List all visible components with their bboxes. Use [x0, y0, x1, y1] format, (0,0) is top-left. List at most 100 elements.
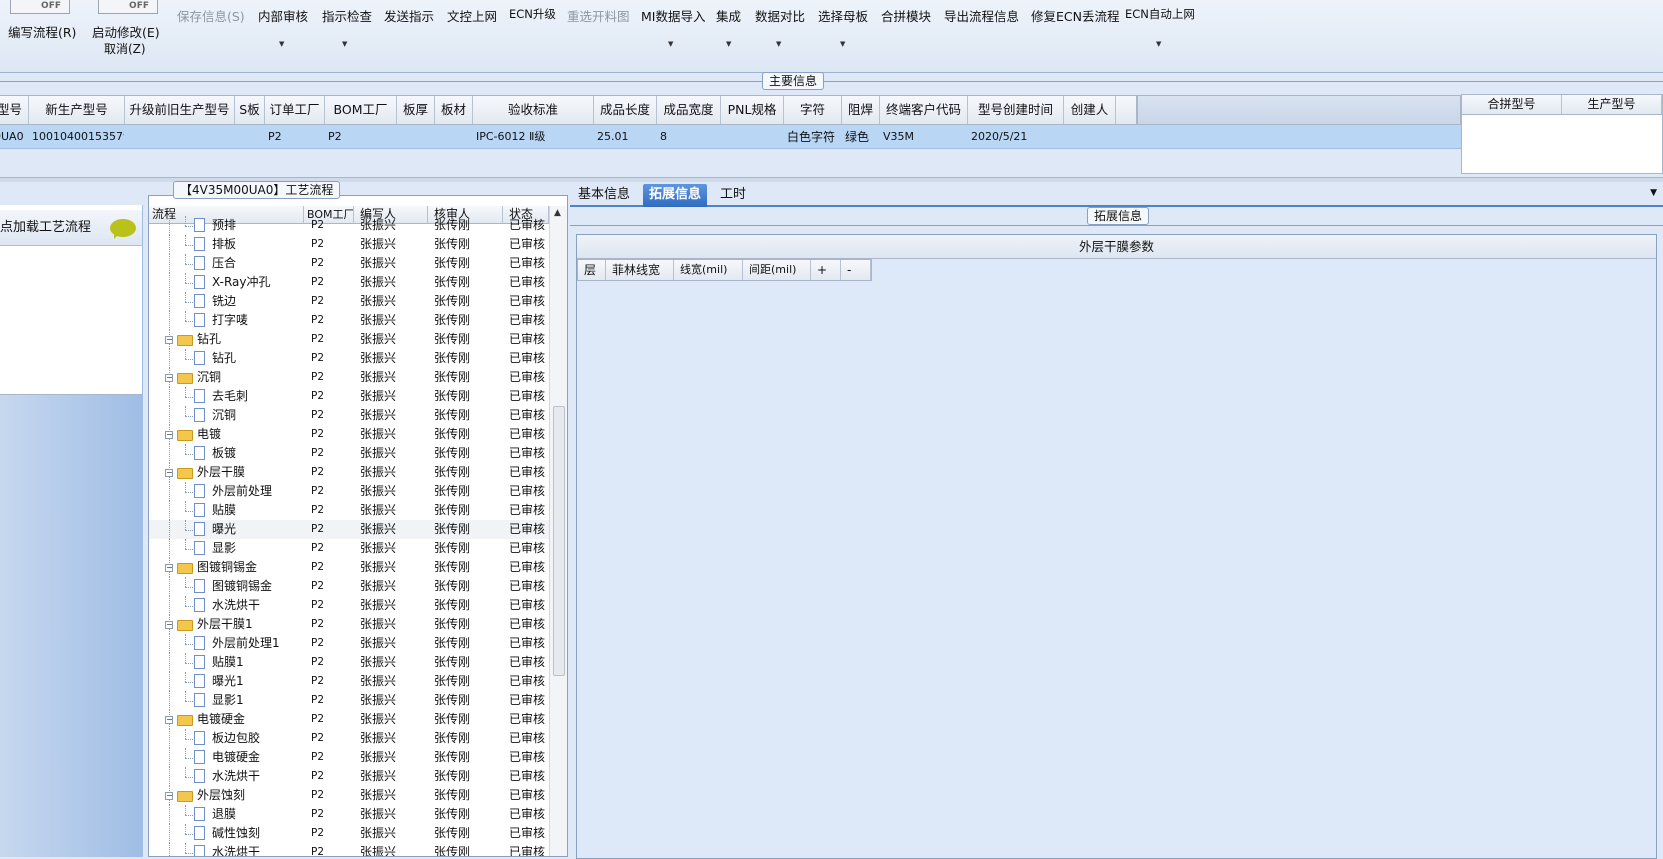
tree-node[interactable]: 铣边	[149, 292, 304, 311]
collapse-icon[interactable]: −	[165, 564, 173, 572]
chevron-down-icon[interactable]: ▼	[726, 40, 731, 48]
tree-row[interactable]: 碱性蚀刻 P2 张振兴 张传刚 已审核	[149, 824, 549, 843]
tree-row[interactable]: 板镀 P2 张振兴 张传刚 已审核	[149, 444, 549, 463]
tree-node[interactable]: 碱性蚀刻	[149, 824, 304, 843]
tree-row[interactable]: − 沉铜 P2 张振兴 张传刚 已审核	[149, 368, 549, 387]
tree-row[interactable]: 曝光 P2 张振兴 张传刚 已审核	[149, 520, 549, 539]
tree-node[interactable]: 钻孔	[149, 349, 304, 368]
ecn-upgrade-button[interactable]: ECN升级	[509, 6, 556, 22]
mi-import-button[interactable]: MI数据导入	[641, 6, 705, 25]
write-flow-toggle[interactable]: OFF	[10, 0, 70, 14]
tree-node[interactable]: 外层前处理1	[149, 634, 304, 653]
tree-row[interactable]: − 电镀硬金 P2 张振兴 张传刚 已审核	[149, 710, 549, 729]
send-instruction-button[interactable]: 发送指示	[384, 6, 434, 25]
tree-node[interactable]: 曝光	[149, 520, 304, 539]
column-header[interactable]: 型号	[0, 96, 29, 124]
tree-row[interactable]: 贴膜 P2 张振兴 张传刚 已审核	[149, 501, 549, 520]
tree-row[interactable]: − 图镀铜锡金 P2 张振兴 张传刚 已审核	[149, 558, 549, 577]
tree-node[interactable]: − 外层干膜	[149, 463, 304, 482]
tree-row[interactable]: 外层前处理 P2 张振兴 张传刚 已审核	[149, 482, 549, 501]
tree-node[interactable]: 打字唛	[149, 311, 304, 330]
tree-node[interactable]: 贴膜1	[149, 653, 304, 672]
tree-row[interactable]: 沉铜 P2 张振兴 张传刚 已审核	[149, 406, 549, 425]
save-info-button[interactable]: 保存信息(S)	[177, 6, 245, 25]
column-header[interactable]: 层	[578, 260, 606, 280]
column-header[interactable]: S板	[235, 96, 265, 124]
tree-row[interactable]: 排板 P2 张振兴 张传刚 已审核	[149, 235, 549, 254]
chevron-down-icon[interactable]: ▼	[776, 40, 781, 48]
internal-review-button[interactable]: 内部审核	[258, 6, 308, 25]
tree-node[interactable]: − 图镀铜锡金	[149, 558, 304, 577]
ecn-auto-online-button[interactable]: ECN自动上网	[1125, 6, 1195, 22]
tree-row[interactable]: 显影1 P2 张振兴 张传刚 已审核	[149, 691, 549, 710]
tree-node[interactable]: 压合	[149, 254, 304, 273]
tree-row[interactable]: 钻孔 P2 张振兴 张传刚 已审核	[149, 349, 549, 368]
tree-row[interactable]: − 外层蚀刻 P2 张振兴 张传刚 已审核	[149, 786, 549, 805]
collapse-icon[interactable]: −	[165, 469, 173, 477]
tree-node[interactable]: − 钻孔	[149, 330, 304, 349]
column-header[interactable]: 合拼型号	[1462, 95, 1562, 114]
tree-node[interactable]: 显影1	[149, 691, 304, 710]
write-flow-button[interactable]: 编写流程(R)	[8, 22, 76, 41]
column-header[interactable]: 线宽(mil)	[674, 260, 743, 280]
tree-row[interactable]: 去毛刺 P2 张振兴 张传刚 已审核	[149, 387, 549, 406]
tree-row[interactable]: 水洗烘干 P2 张振兴 张传刚 已审核	[149, 843, 549, 856]
column-header[interactable]: 阻焊	[842, 96, 880, 124]
tree-node[interactable]: 水洗烘干	[149, 843, 304, 856]
tree-node[interactable]: 贴膜	[149, 501, 304, 520]
tree-node[interactable]: 板镀	[149, 444, 304, 463]
tree-row[interactable]: 电镀硬金 P2 张振兴 张传刚 已审核	[149, 748, 549, 767]
tree-node[interactable]: 去毛刺	[149, 387, 304, 406]
column-header[interactable]: 升级前旧生产型号	[125, 96, 235, 124]
chevron-down-icon[interactable]: ▼	[279, 40, 284, 48]
remove-column-button[interactable]: -	[841, 260, 871, 280]
column-header[interactable]: 新生产型号	[29, 96, 125, 124]
column-header[interactable]: PNL规格	[721, 96, 784, 124]
column-header[interactable]: 型号创建时间	[968, 96, 1064, 124]
tree-row[interactable]: 水洗烘干 P2 张振兴 张传刚 已审核	[149, 596, 549, 615]
collapse-icon[interactable]: −	[165, 374, 173, 382]
tree-node[interactable]: 水洗烘干	[149, 596, 304, 615]
start-modify-toggle[interactable]: OFF	[98, 0, 158, 14]
doc-online-button[interactable]: 文控上网	[447, 6, 497, 25]
tree-node[interactable]: − 外层蚀刻	[149, 786, 304, 805]
tree-row[interactable]: 水洗烘干 P2 张振兴 张传刚 已审核	[149, 767, 549, 786]
tree-row[interactable]: 退膜 P2 张振兴 张传刚 已审核	[149, 805, 549, 824]
tab-extended-info[interactable]: 拓展信息	[643, 184, 708, 207]
tree-node[interactable]: − 沉铜	[149, 368, 304, 387]
collapse-icon[interactable]: −	[165, 621, 173, 629]
column-header[interactable]: 成品宽度	[657, 96, 721, 124]
cancel-button[interactable]: 取消(Z)	[104, 40, 146, 57]
column-header[interactable]: 菲林线宽	[606, 260, 674, 280]
column-header[interactable]: 板材	[435, 96, 473, 124]
column-header[interactable]: 订单工厂	[265, 96, 325, 124]
export-flow-button[interactable]: 导出流程信息	[944, 6, 1019, 25]
tree-node[interactable]: 曝光1	[149, 672, 304, 691]
integrate-button[interactable]: 集成	[716, 6, 741, 25]
tree-node[interactable]: 水洗烘干	[149, 767, 304, 786]
chevron-down-icon[interactable]: ▼	[840, 40, 845, 48]
tree-node[interactable]: 电镀硬金	[149, 748, 304, 767]
vertical-scrollbar[interactable]: ▲	[549, 206, 567, 856]
scroll-up-icon[interactable]: ▲	[554, 208, 561, 218]
data-compare-button[interactable]: 数据对比	[755, 6, 805, 25]
tree-row[interactable]: 显影 P2 张振兴 张传刚 已审核	[149, 539, 549, 558]
tree-row[interactable]: 预排 P2 张振兴 张传刚 已审核	[149, 216, 549, 235]
column-header[interactable]: 成品长度	[594, 96, 657, 124]
tree-node[interactable]: − 外层干膜1	[149, 615, 304, 634]
tree-row[interactable]: 压合 P2 张振兴 张传刚 已审核	[149, 254, 549, 273]
collapse-icon[interactable]: −	[165, 716, 173, 724]
column-header[interactable]: 验收标准	[473, 96, 594, 124]
instruction-check-button[interactable]: 指示检查	[322, 6, 372, 25]
tree-row[interactable]: 曝光1 P2 张振兴 张传刚 已审核	[149, 672, 549, 691]
tree-node[interactable]: 预排	[149, 216, 304, 235]
tree-row[interactable]: 板边包胶 P2 张振兴 张传刚 已审核	[149, 729, 549, 748]
chevron-down-icon[interactable]: ▼	[1650, 188, 1657, 198]
panel-module-button[interactable]: 合拼模块	[881, 6, 931, 25]
table-row[interactable]: 0UA0 10010400153579 P2 P2 IPC-6012 Ⅱ级 25…	[0, 125, 1461, 149]
tree-node[interactable]: 排板	[149, 235, 304, 254]
collapse-icon[interactable]: −	[165, 336, 173, 344]
column-header[interactable]: 字符	[784, 96, 842, 124]
tree-node[interactable]: 沉铜	[149, 406, 304, 425]
chevron-down-icon[interactable]: ▼	[342, 40, 347, 48]
